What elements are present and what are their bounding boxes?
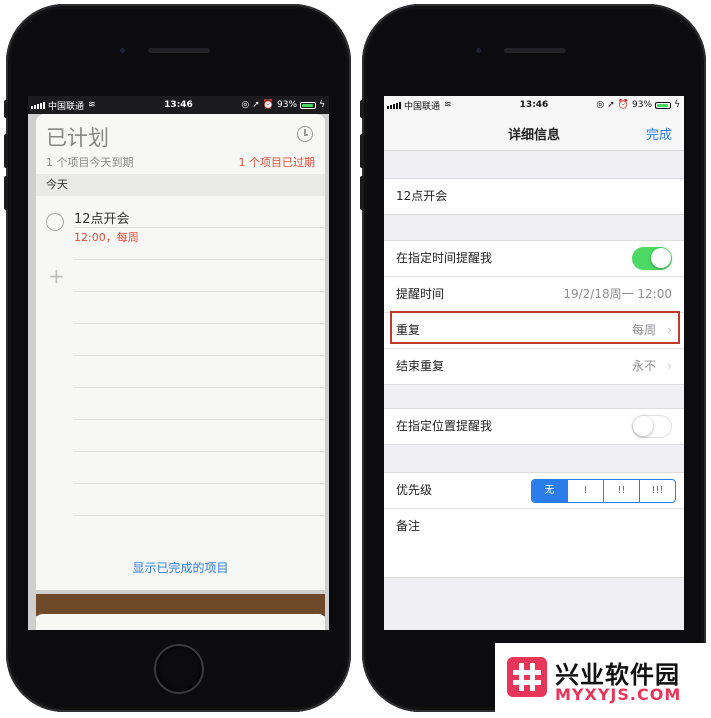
battery-icon [655,101,672,109]
orientation-lock-icon: ◎ [596,100,605,110]
wifi-icon: ≋ [88,100,96,110]
alarm-value: 19/2/18周一 12:00 [563,287,672,301]
list-title: 已计划 [46,126,109,150]
title-group: 12点开会 [384,178,684,215]
charging-icon: ϟ [674,100,680,110]
alarm-row[interactable]: 提醒时间 19/2/18周一 12:00 [384,276,684,312]
reminders-list-screen: 中国联通 ≋ 13:46 ◎ ➚ ⏰ 93% ϟ 已计划 1 个项目今天到期 1… [28,96,329,630]
priority-notes-group: 优先级 无 ! !! !!! 备注 [384,472,684,578]
alarm-clock-icon[interactable] [297,126,313,142]
volume-up-button [360,134,364,168]
remind-at-location-label: 在指定位置提醒我 [396,419,493,433]
repeat-highlight-box [390,311,680,344]
priority-row: 优先级 无 ! !! !!! [384,473,684,508]
carrier-name: 中国联通 [48,101,85,112]
phone-right: 中国联通 ≋ 13:46 ◎ ➚ ⏰ 93% ϟ 详细信息 完成 12点开会 在… [360,4,706,712]
signal-icon [31,101,45,109]
priority-low[interactable]: ! [567,480,603,502]
battery-icon [300,101,317,109]
volume-down-button [360,176,364,210]
remind-at-location-toggle[interactable] [632,415,672,438]
reminder-item-detail: 12:00，每周 [74,231,139,244]
orientation-lock-icon: ◎ [241,100,250,110]
priority-high[interactable]: !!! [639,480,675,502]
priority-none[interactable]: 无 [532,480,567,502]
battery-percent: 93% [632,100,653,110]
reminder-list-card: 已计划 1 个项目今天到期 1 个项目已过期 今天 12点开会 12:00，每周… [36,114,325,590]
alarm-status-icon: ⏰ [262,100,275,110]
carrier-name: 中国联通 [404,101,441,112]
remind-on-day-row: 在指定时间提醒我 [384,241,684,276]
location-icon: ➚ [607,100,615,110]
front-camera [474,46,483,55]
priority-segmented-control: 无 ! !! !!! [531,479,676,503]
mute-switch [360,100,364,118]
nav-bar: 详细信息 完成 [384,114,684,151]
brand-logo-icon [507,657,547,697]
add-reminder-button[interactable]: + [48,266,65,286]
chevron-right-icon: › [667,359,672,373]
status-bar: 中国联通 ≋ 13:46 ◎ ➚ ⏰ 93% ϟ [384,96,684,114]
brand-url: MYXYJS.COM [555,685,682,704]
front-camera [118,46,127,55]
end-repeat-row[interactable]: 结束重复 永不 › [384,348,684,384]
location-icon: ➚ [252,100,260,110]
volume-down-button [4,176,8,210]
reminder-title-field[interactable]: 12点开会 [384,179,684,214]
priority-label: 优先级 [396,483,433,497]
status-bar: 中国联通 ≋ 13:46 ◎ ➚ ⏰ 93% ϟ [28,96,329,114]
end-repeat-value: 永不 [631,359,656,373]
ruled-lines [74,196,325,530]
phone-left: 中国联通 ≋ 13:46 ◎ ➚ ⏰ 93% ϟ 已计划 1 个项目今天到期 1… [4,4,351,712]
section-header-today: 今天 [36,174,325,196]
alarm-label: 提醒时间 [396,287,445,301]
nav-title: 详细信息 [507,128,560,143]
done-button[interactable]: 完成 [646,124,672,143]
earpiece-speaker [148,48,210,53]
due-count: 1 个项目今天到期 [46,156,134,169]
watermark: 兴业软件园 MYXYJS.COM [495,643,711,718]
show-completed-link[interactable]: 显示已完成的项目 [36,559,325,576]
reminder-item[interactable]: 12点开会 12:00，每周 [46,208,139,245]
stacked-list-card[interactable] [36,614,325,630]
location-reminder-group: 在指定位置提醒我 [384,408,684,445]
notes-label: 备注 [396,519,421,533]
alarm-status-icon: ⏰ [617,100,630,110]
stacked-list-divider [36,594,325,616]
complete-checkbox[interactable] [46,213,64,231]
mute-switch [4,100,8,118]
notes-field[interactable]: 备注 [384,508,684,579]
battery-percent: 93% [277,100,298,110]
earpiece-speaker [504,48,566,53]
home-button[interactable] [154,644,204,694]
remind-on-day-label: 在指定时间提醒我 [396,251,493,265]
remind-at-location-row: 在指定位置提醒我 [384,409,684,444]
charging-icon: ϟ [319,100,325,110]
signal-icon [387,101,401,109]
reminder-item-title: 12点开会 [74,212,130,227]
reminder-detail-screen: 中国联通 ≋ 13:46 ◎ ➚ ⏰ 93% ϟ 详细信息 完成 12点开会 在… [384,96,684,630]
end-repeat-label: 结束重复 [396,359,445,373]
volume-up-button [4,134,8,168]
wifi-icon: ≋ [444,100,452,110]
remind-on-day-toggle[interactable] [632,247,672,270]
priority-medium[interactable]: !! [603,480,639,502]
overdue-count: 1 个项目已过期 [238,156,316,169]
